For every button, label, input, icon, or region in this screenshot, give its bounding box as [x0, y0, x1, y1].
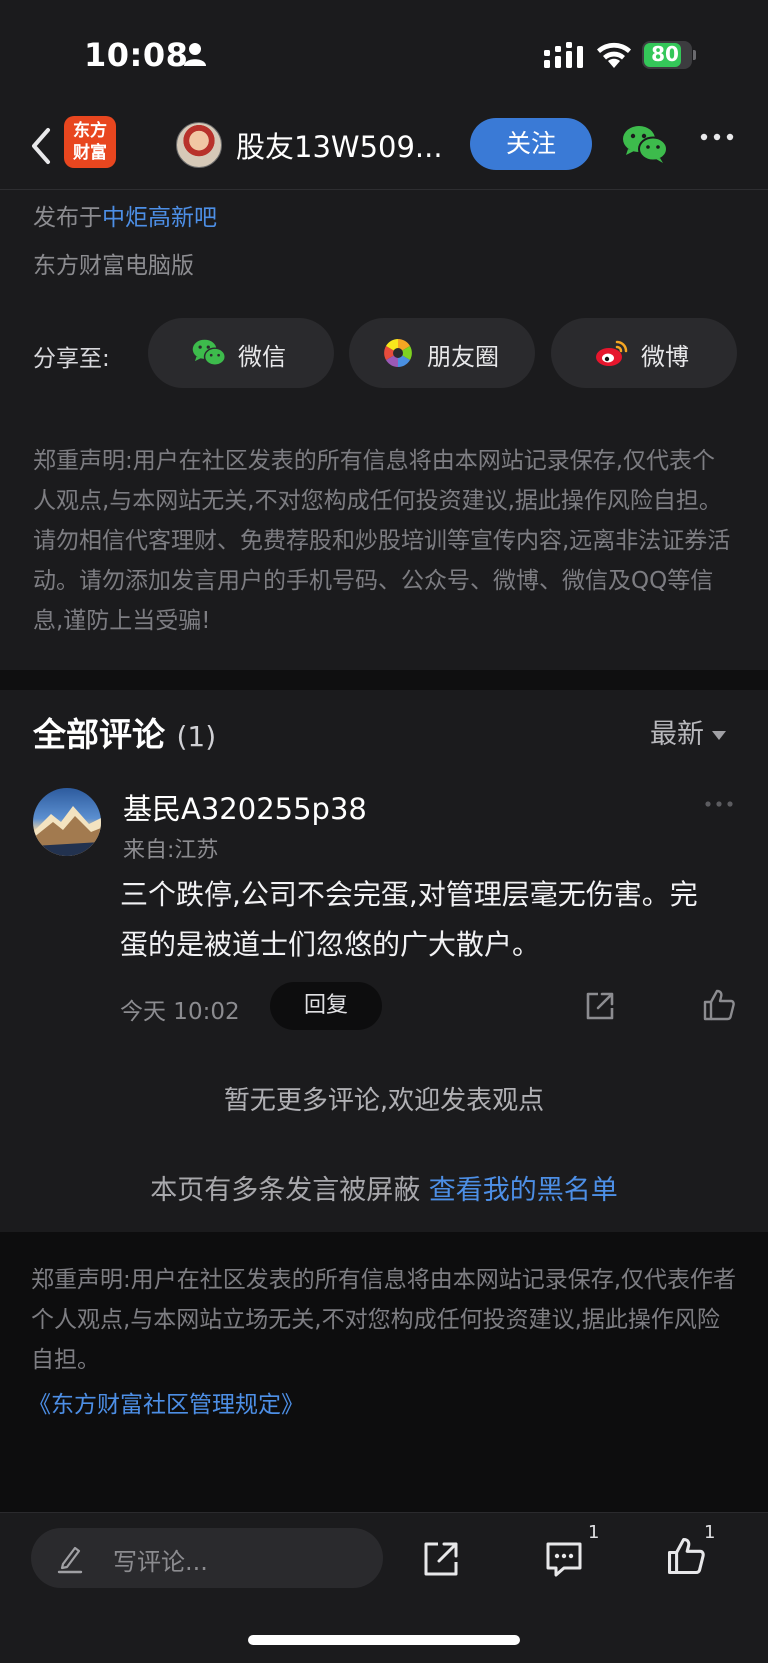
- comment-bubble-icon[interactable]: [544, 1540, 584, 1578]
- share-moments-label: 朋友圈: [427, 343, 499, 371]
- share-wechat-button[interactable]: 微信: [148, 318, 334, 388]
- weibo-icon: [596, 340, 628, 366]
- cellular-signal-icon: [544, 42, 583, 68]
- logo-text-line2: 财富: [73, 143, 107, 163]
- footer-disclaimer: 郑重声明:用户在社区发表的所有信息将由本网站记录保存,仅代表作者个人观点,与本网…: [31, 1267, 737, 1373]
- share-icon[interactable]: [422, 1540, 460, 1578]
- comments-title: 全部评论: [33, 715, 165, 754]
- author-name[interactable]: 股友13W509...: [236, 124, 443, 166]
- nav-bar: 东方 财富 股友13W509... 关注: [0, 110, 768, 190]
- comment-more-icon[interactable]: [704, 800, 734, 808]
- thumbs-up-icon[interactable]: [702, 988, 736, 1022]
- battery-percent: 80: [651, 42, 679, 66]
- reply-button[interactable]: 回复: [270, 982, 382, 1030]
- share-weibo-label: 微博: [641, 343, 689, 371]
- post-forum-line: 发布于中炬高新吧: [33, 198, 217, 232]
- sort-label: 最新: [650, 719, 704, 750]
- thumbs-up-icon[interactable]: [666, 1536, 706, 1576]
- published-prefix: 发布于: [33, 205, 102, 231]
- no-more-comments: 暂无更多评论,欢迎发表观点: [223, 1086, 545, 1116]
- blocked-text: 本页有多条发言被屏蔽: [150, 1175, 421, 1206]
- share-label: 分享至:: [33, 346, 110, 372]
- comments-header: 全部评论 (1): [33, 708, 216, 756]
- section-divider: [0, 670, 768, 690]
- pen-icon: [57, 1546, 83, 1574]
- like-count-badge: 1: [704, 1522, 716, 1543]
- comment-body: 三个跌停,公司不会完蛋,对管理层毫无伤害。完蛋的是被道士们忽悠的广大散户。: [120, 878, 698, 961]
- commenter-avatar[interactable]: [33, 788, 101, 856]
- comment-input-placeholder: 写评论...: [113, 1548, 208, 1576]
- battery-indicator: 80: [642, 41, 696, 69]
- community-rules-link[interactable]: 《东方财富社区管理规定》: [28, 1385, 304, 1419]
- blocked-notice: 本页有多条发言被屏蔽 查看我的黑名单: [0, 1168, 768, 1207]
- comment-time: 今天 10:02: [120, 999, 240, 1025]
- wechat-icon: [192, 339, 226, 366]
- wechat-share-icon[interactable]: [622, 124, 668, 164]
- home-indicator: [248, 1635, 520, 1645]
- moments-icon: [384, 339, 412, 367]
- commenter-name[interactable]: 基民A320255p38: [123, 786, 367, 828]
- logo-text-line1: 东方: [73, 121, 107, 141]
- disclaimer-text: 郑重声明:用户在社区发表的所有信息将由本网站记录保存,仅代表个人观点,与本网站无…: [33, 448, 731, 634]
- comment-sort-dropdown[interactable]: 最新: [650, 712, 726, 751]
- share-weibo-button[interactable]: 微博: [551, 318, 737, 388]
- comment-count-badge: 1: [588, 1522, 600, 1543]
- comments-count: (1): [176, 720, 217, 753]
- back-arrow-icon[interactable]: [26, 124, 56, 168]
- wifi-icon: [597, 42, 631, 68]
- author-avatar[interactable]: [176, 122, 222, 168]
- comment-input[interactable]: 写评论...: [31, 1528, 383, 1588]
- blacklist-link[interactable]: 查看我的黑名单: [429, 1175, 618, 1206]
- person-icon: [184, 43, 206, 66]
- status-bar: 10:08 80: [0, 0, 768, 110]
- share-wechat-label: 微信: [238, 343, 286, 371]
- post-source: 东方财富电脑版: [33, 253, 194, 279]
- status-time: 10:08: [84, 36, 189, 74]
- forum-link[interactable]: 中炬高新吧: [102, 205, 217, 231]
- eastmoney-logo[interactable]: 东方 财富: [64, 116, 116, 168]
- follow-button[interactable]: 关注: [470, 118, 592, 170]
- commenter-location: 来自:江苏: [123, 838, 219, 863]
- share-icon[interactable]: [584, 990, 616, 1022]
- share-moments-button[interactable]: 朋友圈: [349, 318, 535, 388]
- caret-down-icon: [712, 731, 726, 740]
- more-options-icon[interactable]: [700, 132, 734, 142]
